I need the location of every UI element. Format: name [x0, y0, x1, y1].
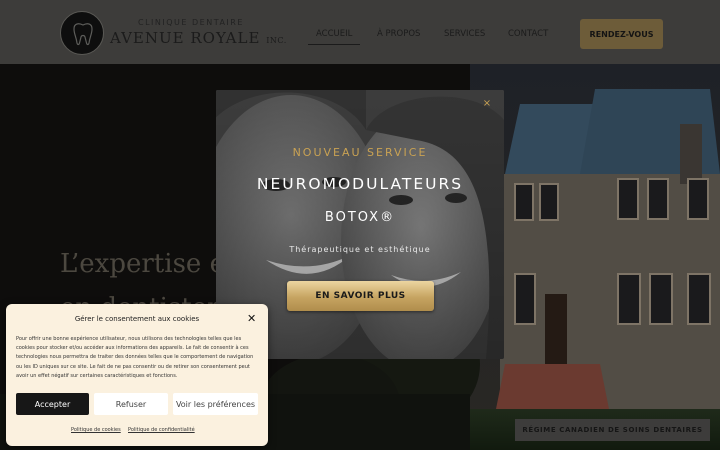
privacy-policy-link[interactable]: Politique de confidentialité	[128, 427, 195, 433]
cookie-dialog-title: Gérer le consentement aux cookies	[74, 315, 200, 323]
logo-subtitle: CLINIQUE DENTAIRE	[138, 18, 244, 27]
cookie-dialog-text: Pour offrir une bonne expérience utilisa…	[16, 336, 254, 379]
promo-description: Thérapeutique et esthétique	[289, 245, 431, 254]
logo-tooth-icon[interactable]	[60, 11, 104, 55]
accept-button[interactable]: Accepter	[16, 393, 89, 415]
logo-title[interactable]: AVENUE ROYALE INC.	[110, 29, 287, 47]
site-header: CLINIQUE DENTAIRE AVENUE ROYALE INC. ACC…	[0, 0, 720, 64]
learn-more-button[interactable]: EN SAVOIR PLUS	[287, 281, 434, 311]
rendez-vous-button[interactable]: RENDEZ-VOUS	[580, 19, 663, 49]
preferences-button[interactable]: Voir les préférences	[173, 393, 258, 415]
promo-subheading: BOTOX®	[324, 210, 396, 225]
nav-item-accueil[interactable]: ACCUEIL	[307, 29, 361, 45]
logo-suffix: INC.	[266, 36, 287, 45]
close-icon[interactable]: ×	[482, 99, 492, 109]
nav-item-a-propos[interactable]: À PROPOS	[377, 29, 420, 39]
promo-kicker: NOUVEAU SERVICE	[292, 146, 428, 159]
promo-heading: NEUROMODULATEURS	[256, 175, 464, 193]
dental-plan-button[interactable]: RÉGIME CANADIEN DE SOINS DENTAIRES	[515, 419, 710, 441]
logo-title-text: AVENUE ROYALE	[110, 29, 261, 47]
nav-item-contact[interactable]: CONTACT	[508, 29, 548, 39]
nav-item-services[interactable]: SERVICES	[444, 29, 485, 39]
cookie-close-icon[interactable]: ✕	[247, 312, 256, 325]
cookie-policy-link[interactable]: Politique de cookies	[71, 427, 121, 433]
cookie-consent-dialog: Gérer le consentement aux cookies ✕ Pour…	[6, 304, 268, 446]
refuse-button[interactable]: Refuser	[94, 393, 168, 415]
